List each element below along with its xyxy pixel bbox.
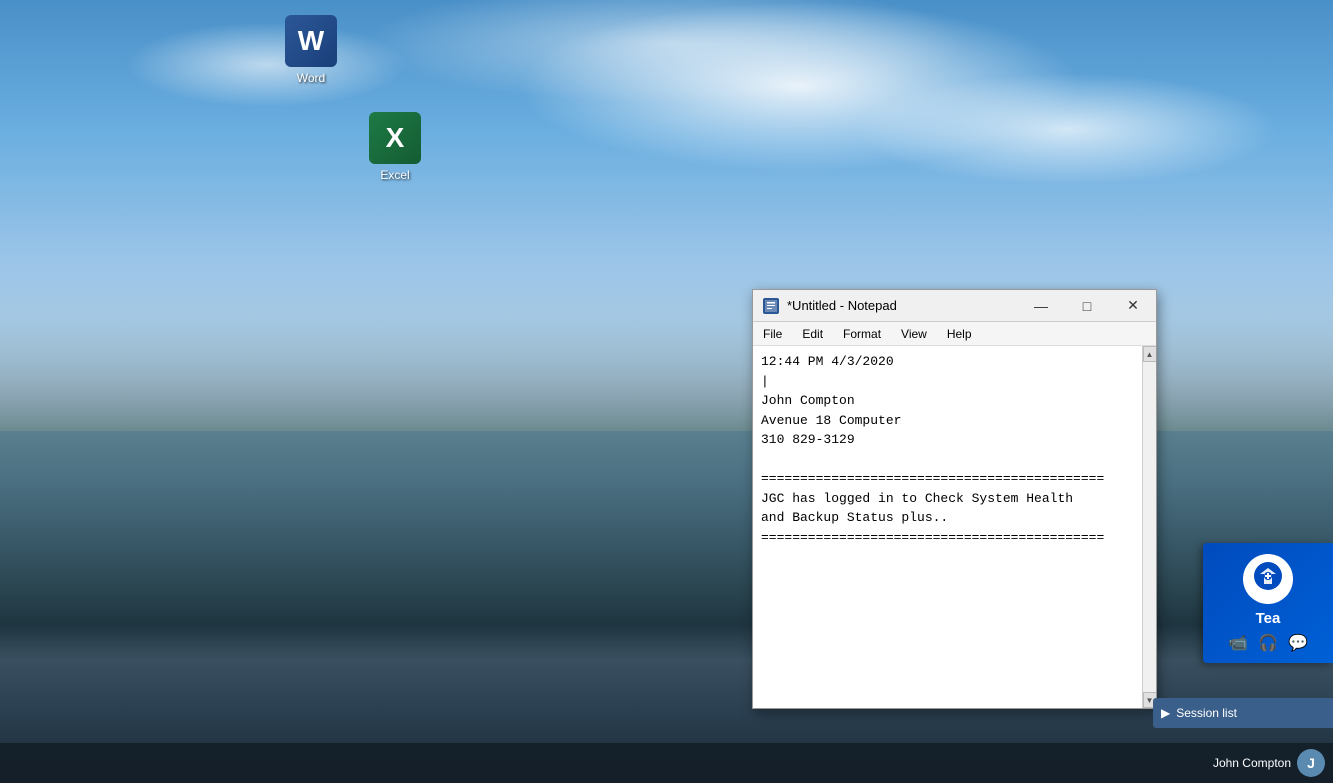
tv-camera-icon[interactable]: 📹 <box>1228 633 1248 653</box>
excel-icon-image: X <box>369 112 421 164</box>
notepad-title-group: *Untitled - Notepad <box>763 298 897 314</box>
menu-edit[interactable]: Edit <box>792 322 833 345</box>
menu-view[interactable]: View <box>891 322 937 345</box>
notepad-app-icon <box>763 298 779 314</box>
session-bar[interactable]: ▶ Session list <box>1153 698 1333 728</box>
session-label: Session list <box>1176 706 1237 720</box>
window-controls: — □ ✕ <box>1018 290 1156 321</box>
teamviewer-logo-inner <box>1252 560 1284 597</box>
menu-format[interactable]: Format <box>833 322 891 345</box>
teamviewer-label: Tea <box>1256 610 1281 627</box>
notepad-content-area: 12:44 PM 4/3/2020 | John Compton Avenue … <box>753 346 1156 708</box>
tv-chat-icon[interactable]: 💬 <box>1288 633 1308 653</box>
notepad-title-text: *Untitled - Notepad <box>787 298 897 313</box>
excel-letter: X <box>386 122 405 154</box>
scroll-up-arrow[interactable]: ▲ <box>1143 346 1157 362</box>
taskbar: John Compton J <box>0 743 1333 783</box>
taskbar-user-area[interactable]: John Compton J <box>1213 749 1325 777</box>
notepad-textarea[interactable]: 12:44 PM 4/3/2020 | John Compton Avenue … <box>753 346 1142 708</box>
excel-icon-label: Excel <box>380 168 409 182</box>
taskbar-username: John Compton <box>1213 756 1291 770</box>
notepad-scrollbar[interactable]: ▲ ▼ <box>1142 346 1156 708</box>
word-letter: W <box>298 25 324 57</box>
notepad-window: *Untitled - Notepad — □ ✕ File Edit Form… <box>752 289 1157 709</box>
minimize-button[interactable]: — <box>1018 290 1064 321</box>
notepad-titlebar: *Untitled - Notepad — □ ✕ <box>753 290 1156 322</box>
excel-icon[interactable]: X Excel <box>355 108 435 186</box>
teamviewer-panel[interactable]: Tea 📹 🎧 💬 <box>1203 543 1333 663</box>
word-icon-image: W <box>285 15 337 67</box>
session-arrow-icon: ▶ <box>1161 706 1170 720</box>
user-avatar: J <box>1297 749 1325 777</box>
menu-help[interactable]: Help <box>937 322 982 345</box>
teamviewer-logo <box>1243 554 1293 604</box>
close-button[interactable]: ✕ <box>1110 290 1156 321</box>
teamviewer-icons-row: 📹 🎧 💬 <box>1228 633 1308 653</box>
user-avatar-letter: J <box>1307 755 1315 771</box>
scrollbar-track[interactable] <box>1143 362 1157 692</box>
maximize-button[interactable]: □ <box>1064 290 1110 321</box>
word-icon[interactable]: W Word <box>271 11 351 89</box>
notepad-menubar: File Edit Format View Help <box>753 322 1156 346</box>
tv-headset-icon[interactable]: 🎧 <box>1258 633 1278 653</box>
menu-file[interactable]: File <box>753 322 792 345</box>
word-icon-label: Word <box>297 71 325 85</box>
